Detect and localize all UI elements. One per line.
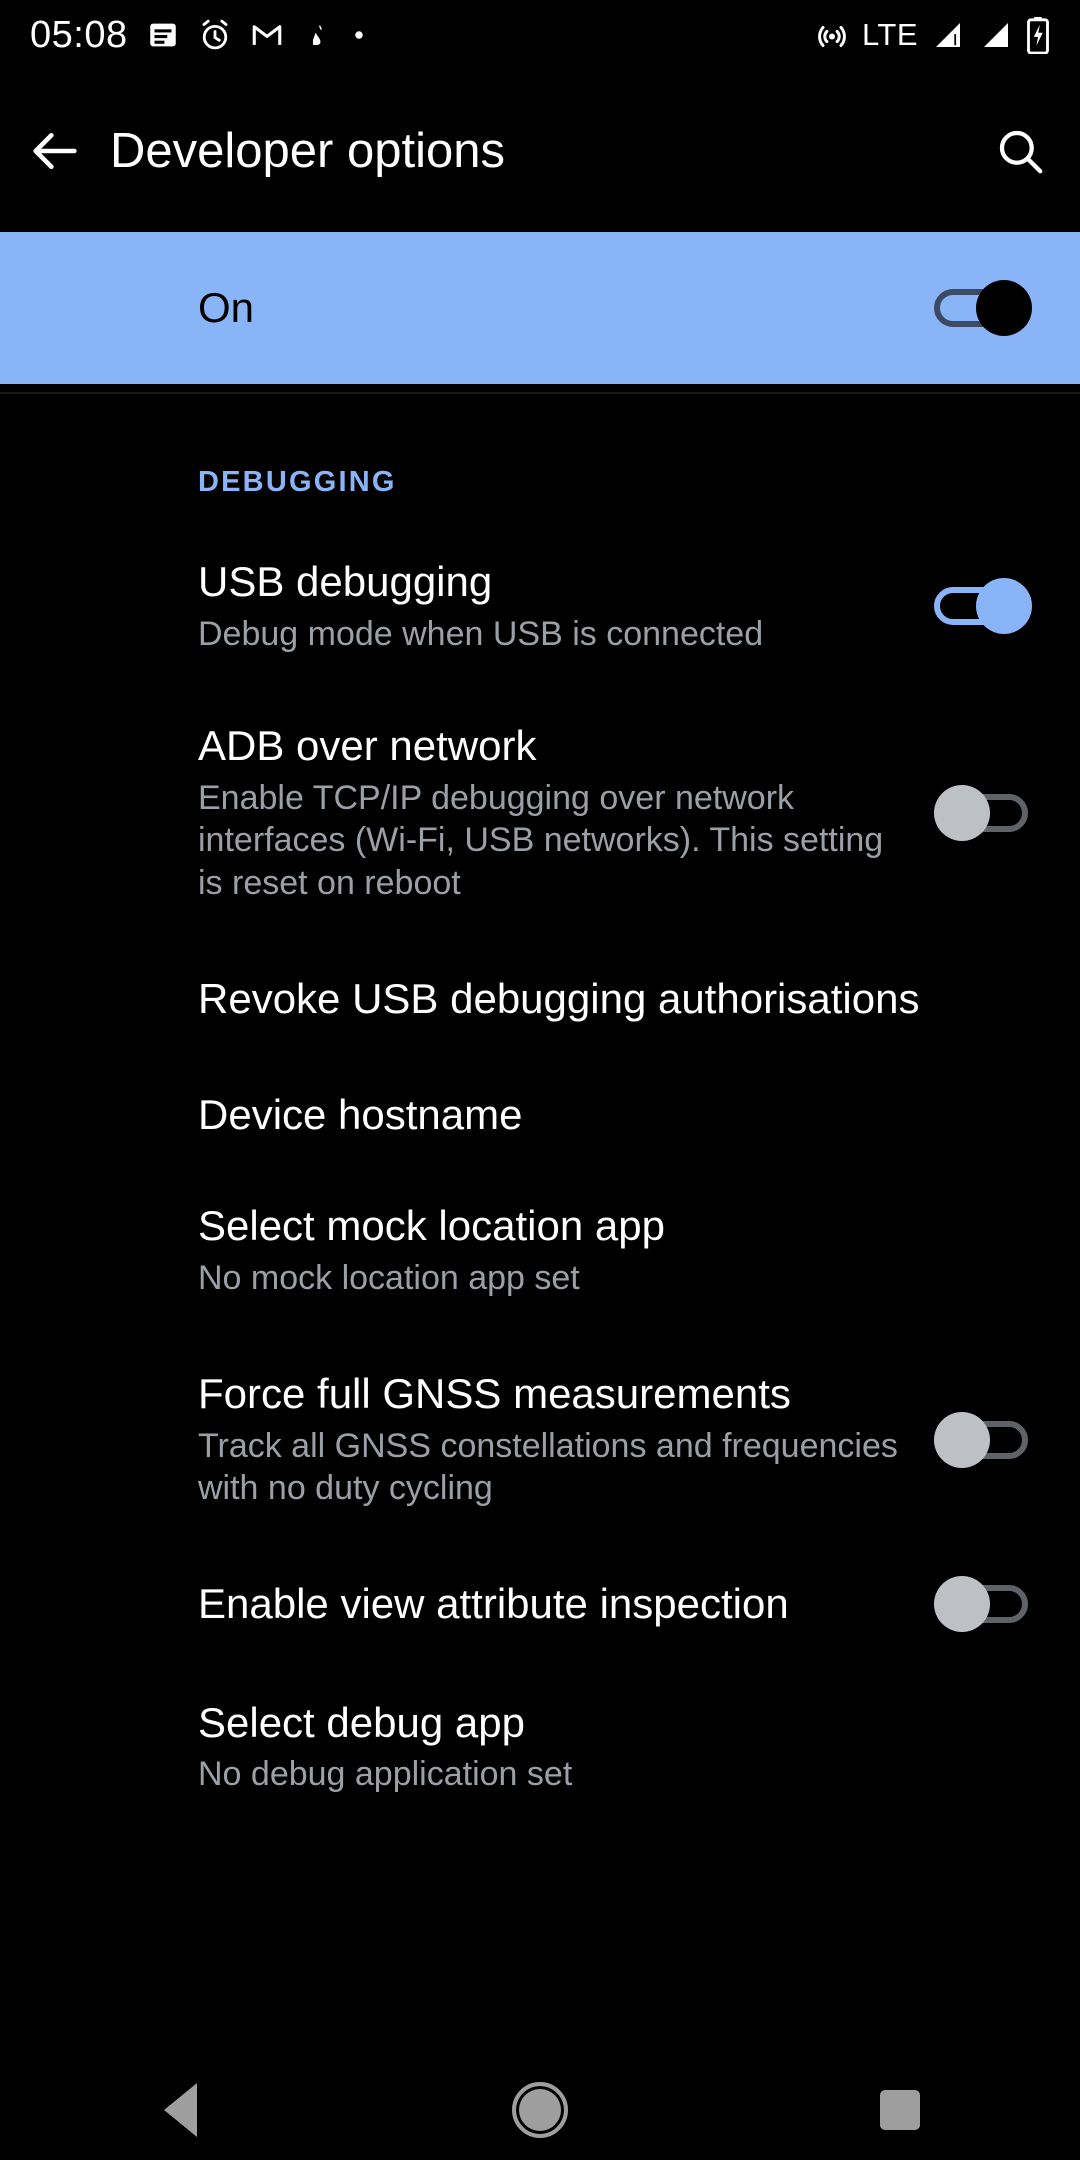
list-item-subtitle: No debug application set <box>198 1753 1002 1796</box>
network-type-label: LTE <box>862 17 918 53</box>
list-item-enable-view-attribute-inspection[interactable]: Enable view attribute inspection <box>0 1524 1080 1646</box>
search-button[interactable] <box>960 124 1080 178</box>
news-icon <box>146 18 180 52</box>
nav-home-button[interactable] <box>440 2082 640 2138</box>
list-item-text: Revoke USB debugging authorisations <box>198 974 1032 1024</box>
back-button[interactable] <box>0 122 110 180</box>
gmail-icon <box>250 18 284 52</box>
switch-thumb <box>934 785 990 841</box>
section-header-debugging: DEBUGGING <box>0 396 1080 499</box>
list-item-title: Revoke USB debugging authorisations <box>198 974 1002 1024</box>
nav-recents-icon <box>880 2090 920 2130</box>
status-clock: 05:08 <box>30 14 128 57</box>
switch-thumb <box>934 1412 990 1468</box>
navigation-bar <box>0 2060 1080 2160</box>
app-icon <box>302 19 332 51</box>
banner-divider <box>0 384 1080 394</box>
page-title: Developer options <box>110 123 960 179</box>
list-item-adb-over-network[interactable]: ADB over network Enable TCP/IP debugging… <box>0 673 1080 922</box>
developer-options-master-toggle-row[interactable]: On <box>0 232 1080 384</box>
list-item-usb-debugging[interactable]: USB debugging Debug mode when USB is con… <box>0 499 1080 673</box>
signal-icon <box>978 17 1014 53</box>
list-item-title: Force full GNSS measurements <box>198 1369 904 1419</box>
switch-thumb <box>934 1576 990 1632</box>
list-item-select-mock-location-app[interactable]: Select mock location app No mock locatio… <box>0 1153 1080 1313</box>
dot-icon <box>350 26 368 44</box>
list-item-device-hostname[interactable]: Device hostname <box>0 1038 1080 1154</box>
list-item-title: Device hostname <box>198 1090 1002 1140</box>
list-item-title: USB debugging <box>198 557 904 607</box>
list-item-text: ADB over network Enable TCP/IP debugging… <box>198 721 934 904</box>
enable-view-attribute-inspection-switch[interactable] <box>934 1576 1032 1632</box>
nav-back-button[interactable] <box>80 2083 280 2137</box>
settings-list[interactable]: DEBUGGING USB debugging Debug mode when … <box>0 396 1080 2160</box>
list-item-text: Enable view attribute inspection <box>198 1579 934 1629</box>
alarm-icon <box>198 18 232 52</box>
back-arrow-icon <box>26 122 84 180</box>
list-item-subtitle: No mock location app set <box>198 1257 1002 1300</box>
list-item-subtitle: Track all GNSS constellations and freque… <box>198 1425 904 1510</box>
list-item-subtitle: Enable TCP/IP debugging over network int… <box>198 777 904 905</box>
list-item-text: USB debugging Debug mode when USB is con… <box>198 557 934 655</box>
app-bar: Developer options <box>0 70 1080 232</box>
master-toggle-switch[interactable] <box>934 280 1032 336</box>
nav-back-icon <box>164 2083 197 2137</box>
hotspot-icon <box>814 17 850 53</box>
list-item-select-debug-app[interactable]: Select debug app No debug application se… <box>0 1646 1080 1810</box>
list-item-force-full-gnss-measurements[interactable]: Force full GNSS measurements Track all G… <box>0 1313 1080 1524</box>
nav-home-icon <box>512 2082 568 2138</box>
status-bar-left: 05:08 <box>30 14 368 57</box>
android-screen: 05:08 LTE <box>0 0 1080 2160</box>
battery-charging-icon <box>1026 16 1050 54</box>
usb-debugging-switch[interactable] <box>934 578 1032 634</box>
list-item-title: ADB over network <box>198 721 904 771</box>
list-item-title: Enable view attribute inspection <box>198 1579 904 1629</box>
list-item-text: Select debug app No debug application se… <box>198 1698 1032 1796</box>
list-item-title: Select mock location app <box>198 1201 1002 1251</box>
signal-icon <box>930 17 966 53</box>
list-item-revoke-usb-debugging-authorisations[interactable]: Revoke USB debugging authorisations <box>0 922 1080 1038</box>
status-bar: 05:08 LTE <box>0 0 1080 70</box>
force-full-gnss-measurements-switch[interactable] <box>934 1412 1032 1468</box>
nav-recents-button[interactable] <box>800 2090 1000 2130</box>
switch-thumb <box>976 578 1032 634</box>
switch-thumb <box>976 280 1032 336</box>
list-item-subtitle: Debug mode when USB is connected <box>198 613 904 656</box>
master-toggle-label: On <box>198 284 934 332</box>
list-item-text: Force full GNSS measurements Track all G… <box>198 1369 934 1510</box>
search-icon <box>993 124 1047 178</box>
adb-over-network-switch[interactable] <box>934 785 1032 841</box>
list-item-title: Select debug app <box>198 1698 1002 1748</box>
list-item-text: Device hostname <box>198 1090 1032 1140</box>
status-bar-right: LTE <box>814 16 1050 54</box>
list-item-text: Select mock location app No mock locatio… <box>198 1201 1032 1299</box>
